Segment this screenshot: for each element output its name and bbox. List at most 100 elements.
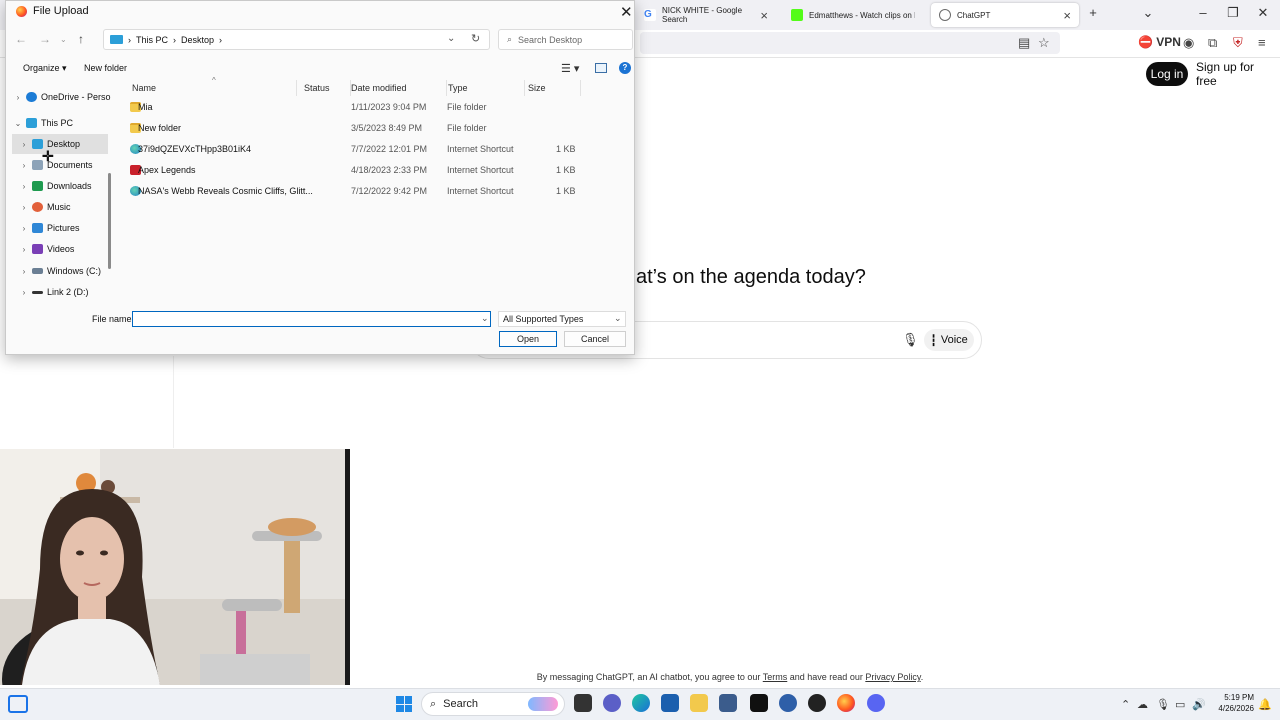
extensions-icon[interactable]: ⧉	[1208, 35, 1217, 51]
forward-arrow-icon[interactable]: →	[39, 32, 51, 46]
signup-button[interactable]: Sign up for free	[1196, 60, 1272, 88]
onedrive-sync-icon[interactable]: ☁	[1137, 698, 1148, 711]
sidebar-item-documents[interactable]: › Documents	[12, 155, 108, 175]
shield-extension-icon[interactable]: ⛨	[1233, 35, 1243, 51]
organize-menu-button[interactable]: Organize ▾	[23, 63, 67, 74]
reader-view-icon[interactable]: ▤	[1018, 35, 1030, 51]
expand-chevron-icon[interactable]: ›	[18, 288, 30, 297]
file-row[interactable]: Apex Legends 4/18/2023 2:33 PM Internet …	[126, 161, 586, 181]
expand-chevron-icon[interactable]: ›	[18, 224, 30, 233]
column-divider[interactable]	[580, 80, 581, 96]
tab-kick[interactable]: Edmatthews - Watch clips on Ki	[783, 3, 923, 27]
cancel-button[interactable]: Cancel	[564, 331, 626, 347]
privacy-policy-link[interactable]: Privacy Policy	[865, 672, 920, 682]
column-header-status[interactable]: Status	[304, 83, 330, 93]
preview-pane-icon[interactable]	[595, 63, 607, 73]
bookmark-star-icon[interactable]: ☆	[1038, 35, 1050, 51]
microsoft-store-icon[interactable]	[661, 694, 679, 712]
close-tab-icon[interactable]: ×	[760, 8, 768, 23]
firefox-icon[interactable]	[837, 694, 855, 712]
file-name-input[interactable]	[132, 311, 491, 327]
expand-chevron-icon[interactable]: ›	[18, 161, 30, 170]
column-header-size[interactable]: Size	[528, 83, 546, 93]
file-row[interactable]: New folder 3/5/2023 8:49 PM File folder	[126, 119, 586, 139]
close-tab-icon[interactable]: ×	[1063, 8, 1071, 23]
recent-locations-chevron-icon[interactable]: ⌄	[60, 35, 67, 44]
microphone-icon[interactable]: 🎙	[1156, 698, 1170, 711]
expand-chevron-icon[interactable]: ›	[18, 203, 30, 212]
filter-dropdown-chevron-icon[interactable]: ⌄	[614, 313, 622, 324]
sidebar-item-link-2-d[interactable]: › Link 2 (D:)	[12, 282, 108, 302]
app-icon[interactable]	[719, 694, 737, 712]
taskbar-clock[interactable]: 5:19 PM 4/26/2026	[1210, 692, 1254, 714]
sidebar-item-windows-c[interactable]: › Windows (C:)	[12, 261, 108, 281]
column-header-name[interactable]: Name	[132, 83, 156, 93]
terminal-app-icon[interactable]	[750, 694, 768, 712]
taskbar-search-box[interactable]: ⌕ Search	[421, 692, 565, 716]
close-window-button[interactable]: ✕	[1248, 5, 1278, 21]
tab-chatgpt[interactable]: ChatGPT ×	[931, 3, 1079, 27]
sidebar-item-pictures[interactable]: › Pictures	[12, 218, 108, 238]
sidebar-item-videos[interactable]: › Videos	[12, 239, 108, 259]
widgets-icon[interactable]	[8, 695, 28, 713]
task-view-icon[interactable]	[574, 694, 592, 712]
discord-icon[interactable]	[867, 694, 885, 712]
expand-chevron-icon[interactable]: ›	[18, 140, 30, 149]
start-button[interactable]	[396, 696, 412, 712]
file-row[interactable]: Mia 1/11/2023 9:04 PM File folder	[126, 98, 586, 118]
tab-list-chevron-icon[interactable]: ⌄	[1133, 5, 1163, 21]
microphone-icon[interactable]: 🎙	[902, 332, 919, 348]
sidebar-item-downloads[interactable]: › Downloads	[12, 176, 108, 196]
help-icon[interactable]: ?	[619, 62, 631, 74]
change-view-icon[interactable]: ☰ ▾	[561, 62, 579, 75]
volume-icon[interactable]: 🔊	[1192, 698, 1206, 711]
file-type-filter-select[interactable]: All Supported Types	[498, 311, 626, 327]
tab-google-search[interactable]: G NICK WHITE - Google Search ×	[636, 3, 776, 27]
notifications-bell-icon[interactable]: 🔔	[1258, 698, 1272, 711]
sidebar-item-onedrive[interactable]: › OneDrive - Perso	[12, 87, 111, 107]
breadcrumb-desktop[interactable]: Desktop	[181, 35, 214, 45]
app-icon[interactable]	[779, 694, 797, 712]
up-arrow-icon[interactable]: ↑	[78, 32, 84, 46]
file-row[interactable]: 37i9dQZEVXcTHpp3B01iK4 7/7/2022 12:01 PM…	[126, 140, 586, 160]
menu-icon[interactable]: ≡	[1258, 35, 1266, 50]
login-button[interactable]: Log in	[1146, 62, 1188, 86]
column-divider[interactable]	[446, 80, 447, 96]
network-icon[interactable]: ▭	[1175, 698, 1185, 711]
maximize-window-button[interactable]: ❐	[1218, 5, 1248, 21]
column-header-type[interactable]: Type	[448, 83, 468, 93]
back-arrow-icon[interactable]: ←	[15, 32, 27, 46]
edge-browser-icon[interactable]	[632, 694, 650, 712]
expand-chevron-icon[interactable]: ›	[18, 182, 30, 191]
teams-chat-icon[interactable]	[603, 694, 621, 712]
expand-chevron-icon[interactable]: ›	[18, 245, 30, 254]
voice-button[interactable]: ┇ Voice	[924, 329, 974, 351]
address-dropdown-chevron-icon[interactable]: ⌄	[447, 33, 455, 44]
sidebar-item-music[interactable]: › Music	[12, 197, 108, 217]
navigation-scrollbar[interactable]	[108, 173, 111, 269]
account-icon[interactable]: ◉	[1183, 35, 1194, 51]
new-tab-button[interactable]: +	[1078, 5, 1108, 20]
collapse-chevron-icon[interactable]: ⌄	[12, 119, 24, 128]
terms-link[interactable]: Terms	[763, 672, 788, 682]
sidebar-item-this-pc[interactable]: ⌄ This PC	[12, 113, 108, 133]
minimize-window-button[interactable]: –	[1188, 5, 1218, 20]
vpn-button[interactable]: ⛔ VPN	[1138, 35, 1181, 49]
dialog-close-icon[interactable]: ✕	[620, 3, 633, 21]
file-explorer-icon[interactable]	[690, 694, 708, 712]
column-header-date-modified[interactable]: Date modified	[351, 83, 407, 93]
column-divider[interactable]	[524, 80, 525, 96]
column-divider[interactable]	[296, 80, 297, 96]
search-desktop-input[interactable]: ⌕ Search Desktop	[498, 29, 633, 50]
address-bar[interactable]: › This PC › Desktop ›	[103, 29, 490, 50]
expand-chevron-icon[interactable]: ›	[18, 267, 30, 276]
file-row[interactable]: NASA's Webb Reveals Cosmic Cliffs, Glitt…	[126, 182, 586, 202]
expand-chevron-icon[interactable]: ›	[12, 93, 24, 102]
breadcrumb-this-pc[interactable]: This PC	[136, 35, 168, 45]
open-button[interactable]: Open	[499, 331, 557, 347]
sidebar-item-desktop[interactable]: › Desktop	[12, 134, 108, 154]
new-folder-button[interactable]: New folder	[84, 63, 127, 73]
show-hidden-icons-chevron-icon[interactable]: ⌃	[1121, 698, 1130, 711]
refresh-icon[interactable]: ↻	[471, 32, 480, 45]
app-icon[interactable]	[808, 694, 826, 712]
